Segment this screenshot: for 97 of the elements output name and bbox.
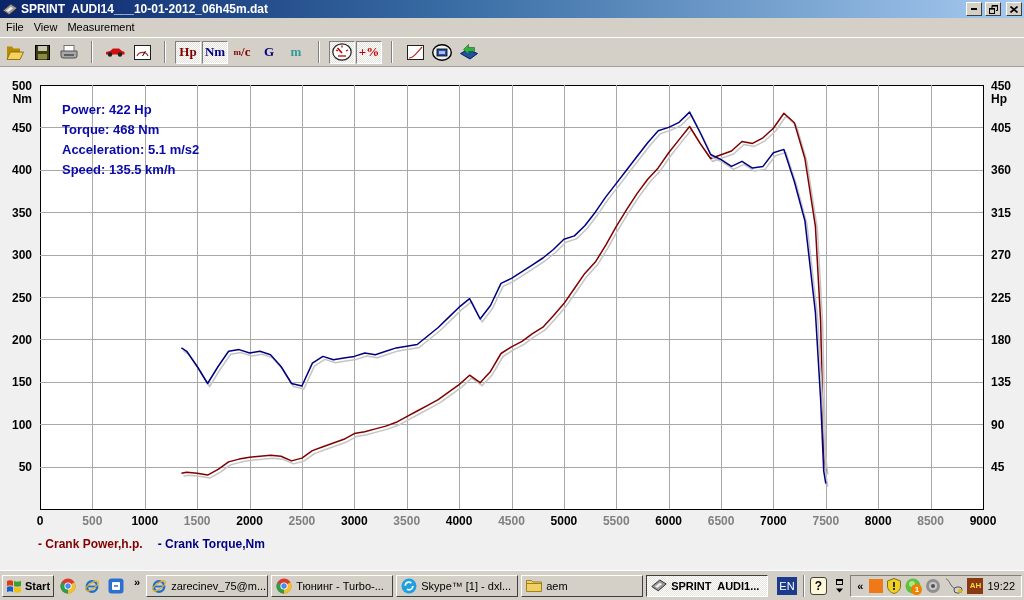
dial-chart-icon	[133, 44, 151, 60]
axis-tick-label: 1000	[131, 514, 159, 528]
toolbar-button[interactable]: Hp	[175, 40, 201, 64]
toolbar-button[interactable]	[329, 40, 355, 64]
shield-icon[interactable]	[887, 577, 902, 594]
axis-tick-label: 500	[11, 78, 32, 93]
speedometer-icon	[332, 43, 352, 61]
start-button[interactable]: Start	[2, 574, 55, 597]
taskbar-button[interactable]: aem	[521, 574, 644, 597]
legend-item: - Crank Torque,Nm	[157, 537, 265, 551]
axis-tick-label: 100	[11, 417, 32, 432]
axis-tick-label: 315	[991, 205, 1012, 220]
readout-text: Torque: 468 Nm	[62, 121, 161, 139]
axis-tick-label: 500	[82, 514, 103, 528]
axis-tick-label: 1500	[183, 514, 211, 528]
notification-badge: 1	[911, 583, 923, 595]
mouse-icon[interactable]	[945, 577, 964, 594]
axis-tick-label: 250	[11, 290, 32, 305]
axis-tick-label: 5000	[550, 514, 578, 528]
round-logo-icon	[401, 577, 418, 594]
axis-tick-label: 0	[36, 514, 44, 528]
axis-tick-label: 4000	[445, 514, 473, 528]
display-icon	[432, 43, 452, 61]
window-arrow-icon[interactable]	[835, 578, 845, 593]
axis-tick-label: 225	[991, 290, 1012, 305]
axis-tick-label: 7500	[812, 514, 840, 528]
axis-tick-label: 360	[991, 163, 1012, 178]
axis-tick-label: 5500	[602, 514, 630, 528]
axis-tick-label: 300	[11, 248, 32, 263]
axis-tick-label: 405	[991, 120, 1012, 135]
browser-icon	[60, 577, 77, 594]
help-button[interactable]: ?	[809, 576, 828, 595]
axis-tick-label: 2000	[236, 514, 263, 528]
axis-tick-label: 150	[11, 375, 32, 390]
minimize-button[interactable]	[966, 2, 982, 16]
axis-tick-label: 350	[11, 205, 32, 220]
chip-arrow-icon	[459, 44, 479, 60]
clock[interactable]: 19:22	[987, 579, 1015, 592]
taskbar-button[interactable]: zarecinev_75@m...	[146, 574, 269, 597]
car-icon	[105, 47, 125, 57]
tray-app-tile[interactable]: AH	[967, 577, 984, 594]
close-icon	[1010, 5, 1018, 13]
taskbar-button[interactable]: Skype™ [1] - dxl...	[396, 574, 519, 597]
close-button[interactable]	[1006, 2, 1022, 16]
folder-icon	[526, 579, 543, 592]
menu-item[interactable]: Measurement	[62, 19, 140, 36]
axis-tick-label: 3500	[393, 514, 421, 528]
restore-button[interactable]	[985, 2, 1001, 16]
axis-tick-label: 7000	[760, 514, 787, 528]
axis-tick-label: 45	[991, 460, 1005, 475]
axis-unit-label: Nm	[12, 92, 32, 106]
app-icon	[108, 577, 125, 594]
readout-text: Power: 422 Hp	[62, 101, 153, 119]
orbit-icon	[84, 577, 101, 594]
axis-tick-label: 90	[991, 417, 1005, 432]
axis-tick-label: 270	[991, 248, 1012, 263]
device-icon	[2, 2, 18, 16]
axis-tick-label: 200	[11, 332, 32, 347]
windows-flag-icon	[6, 578, 22, 593]
window-title: SPRINT AUDI14___10-01-2012_06h45m.dat	[21, 1, 269, 17]
axis-unit-label: Hp	[991, 92, 1007, 106]
taskbar-button[interactable]: Тюнинг - Turbo-...	[271, 574, 394, 597]
axis-tick-label: 4500	[498, 514, 525, 528]
menu-item[interactable]: File	[1, 19, 29, 36]
folder-open-icon	[6, 44, 24, 60]
axis-tick-label: 3000	[341, 514, 368, 528]
device-icon	[651, 579, 668, 592]
axis-tick-label: 50	[18, 460, 32, 475]
orbit-icon	[151, 577, 168, 594]
toolbar-button[interactable]: +%	[356, 40, 382, 64]
axis-tick-label: 2500	[288, 514, 316, 528]
axis-tick-label: 400	[11, 163, 32, 178]
curve-chart-icon	[406, 44, 424, 60]
axis-tick-label: 450	[991, 78, 1012, 93]
restore-icon	[988, 4, 998, 14]
axis-tick-label: 450	[11, 120, 32, 135]
axis-tick-label: 9000	[969, 514, 997, 528]
toolbar-button[interactable]: G	[256, 40, 282, 64]
menu-item[interactable]: View	[28, 19, 63, 36]
readout-text: Acceleration: 5.1 m/s2	[62, 141, 200, 159]
axis-tick-label: 8500	[917, 514, 944, 528]
axis-tick-label: 135	[991, 375, 1012, 390]
more-button[interactable]: »	[134, 576, 141, 588]
taskbar-button[interactable]: SPRINT AUDI1...	[646, 574, 769, 597]
speaker-icon[interactable]	[925, 577, 942, 594]
printer-icon	[60, 45, 78, 59]
toolbar-button[interactable]: Nm	[202, 40, 228, 64]
axis-tick-label: 8000	[864, 514, 892, 528]
legend-item: - Crank Power,h.p.	[38, 537, 143, 551]
minimize-icon	[971, 8, 977, 10]
axis-tick-label: 180	[991, 332, 1012, 347]
axis-tick-label: 6500	[707, 514, 735, 528]
language-indicator[interactable]: EN	[777, 576, 797, 595]
tray-expand-button[interactable]: «	[857, 579, 864, 592]
axis-tick-label: 6000	[655, 514, 682, 528]
readout-text: Speed: 135.5 km/h	[62, 161, 177, 179]
browser-icon	[276, 577, 293, 594]
